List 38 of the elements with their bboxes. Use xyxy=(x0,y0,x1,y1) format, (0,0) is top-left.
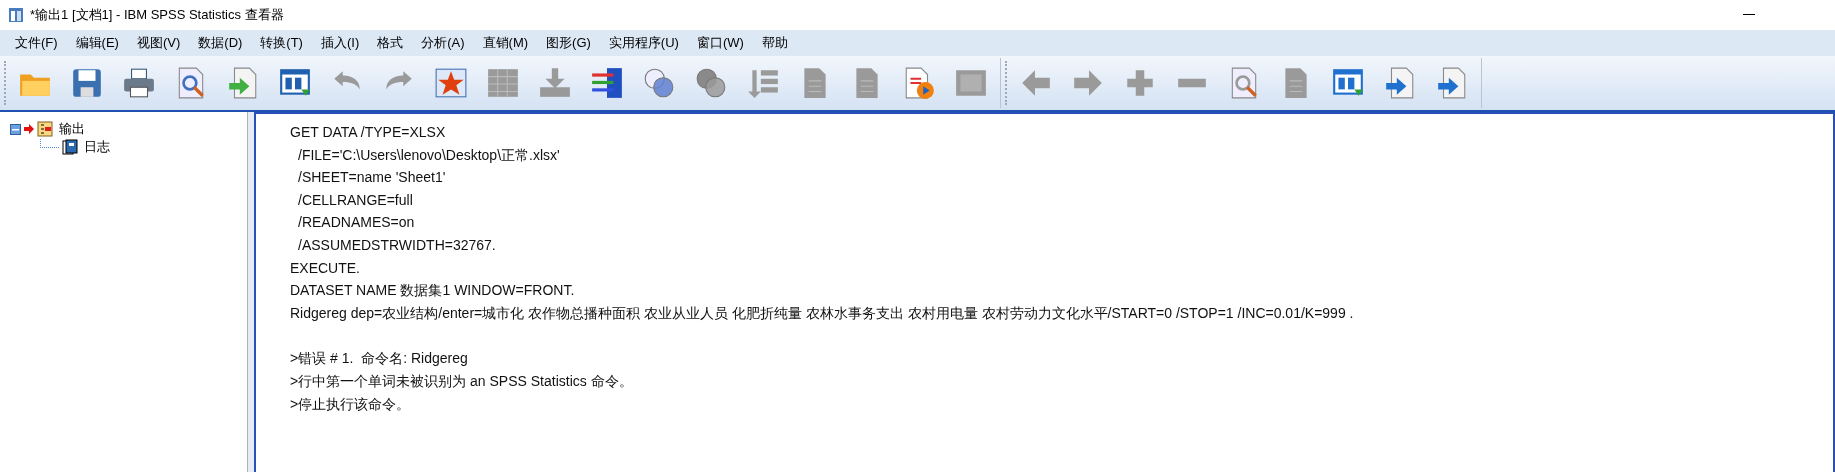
menu-item[interactable]: 实用程序(U) xyxy=(599,34,688,52)
menu-item[interactable]: 图形(G) xyxy=(537,34,600,52)
minimize-icon[interactable] xyxy=(1743,14,1755,16)
menu-item[interactable]: 分析(A) xyxy=(412,34,474,52)
log-line: >错误 # 1. 命令名: Ridgereg xyxy=(290,349,469,369)
tree-item[interactable]: 输出 xyxy=(59,120,85,138)
star-table-icon[interactable] xyxy=(434,66,468,100)
log-line: /READNAMES=on xyxy=(297,213,416,233)
collapse-icon[interactable] xyxy=(10,123,21,135)
menu-item[interactable]: 数据(D) xyxy=(189,34,252,52)
window-title: *输出1 [文档1] - IBM SPSS Statistics 查看器 xyxy=(30,6,285,24)
menu-item[interactable]: 插入(I) xyxy=(311,34,369,52)
menu-item[interactable]: 文件(F) xyxy=(6,34,67,52)
log-line: >行中第一个单词未被识别为 an SPSS Statistics 命令。 xyxy=(290,371,634,391)
notebook-icon xyxy=(62,139,78,155)
log-line: Ridgereg dep=农业结构/enter=城市化 农作物总播种面积 农业从业人员 化肥折纯量 农林水事务支出 农村用电量 农村劳动力文化水平/START=0 /STOP=1 /INC=0.01/K=999 . xyxy=(290,303,1355,323)
log-line: /SHEET=name 'Sheet1' xyxy=(297,168,447,188)
menu-item[interactable]: 视图(V) xyxy=(127,34,190,52)
arrow-icon xyxy=(24,124,34,134)
menu-item[interactable]: 编辑(E) xyxy=(66,34,128,52)
menu-item[interactable]: 窗口(W) xyxy=(687,34,753,52)
log-line: /CELLRANGE=full xyxy=(297,190,414,210)
log-line: >停止执行该命令。 xyxy=(290,394,412,414)
log-line: /ASSUMEDSTRWIDTH=32767. xyxy=(297,235,497,255)
circles-icon[interactable] xyxy=(642,66,676,100)
log-line: GET DATA /TYPE=XLSX xyxy=(290,123,447,142)
menu-item[interactable]: 帮助 xyxy=(752,34,797,52)
menu-item[interactable]: 直销(M) xyxy=(473,34,538,52)
printer-icon[interactable] xyxy=(122,66,156,100)
table-icon[interactable] xyxy=(590,66,624,100)
log-book-icon xyxy=(37,121,53,137)
log-line: EXECUTE. xyxy=(290,258,361,278)
menu-item[interactable]: 转换(T) xyxy=(251,34,312,52)
menu-item[interactable]: 格式 xyxy=(368,34,413,52)
app-icon xyxy=(8,7,24,23)
log-line: /FILE='C:\Users\lenovo\Desktop\正常.xlsx' xyxy=(297,145,561,165)
log-line: DATASET NAME 数据集1 WINDOW=FRONT. xyxy=(290,281,576,301)
tree-item[interactable]: 日志 xyxy=(84,138,110,156)
